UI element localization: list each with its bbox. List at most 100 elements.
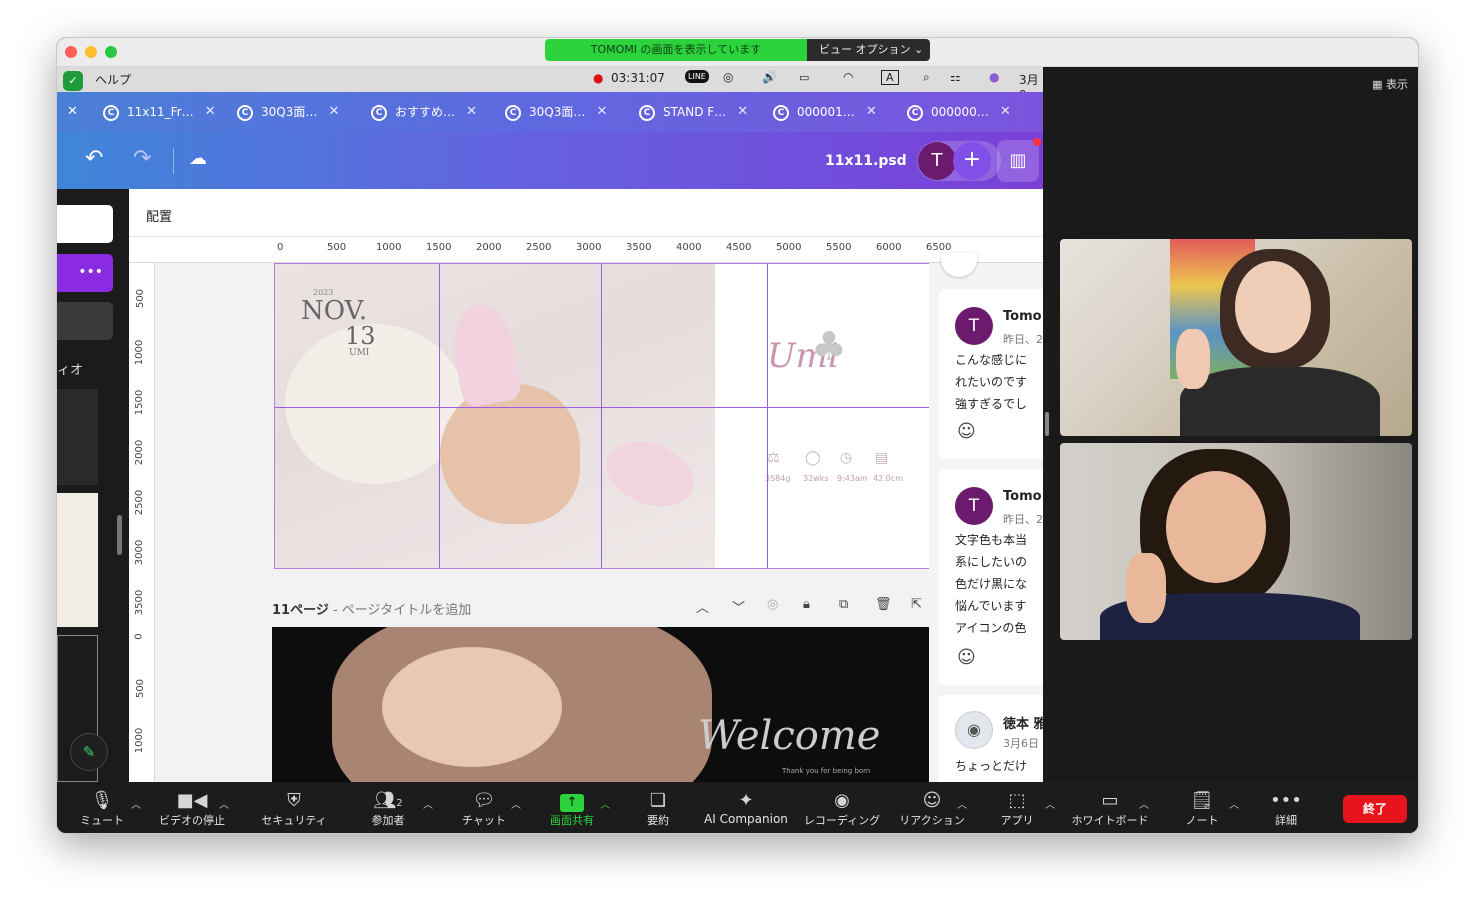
page-title-input[interactable]: - ページタイトルを追加: [329, 603, 471, 618]
user-avatar[interactable]: T: [918, 142, 956, 180]
side-panel-search[interactable]: [57, 205, 113, 243]
duplicate-icon[interactable]: ⧉: [839, 597, 848, 612]
battery-icon[interactable]: ▭: [799, 71, 809, 84]
page-header: 11ページ - ページタイトルを追加: [272, 599, 471, 618]
comment-time: 昨日、2: [1003, 333, 1043, 346]
volume-icon[interactable]: 🔊: [762, 70, 777, 84]
ruler-tick-label: 1000: [134, 727, 146, 754]
caret-up-icon[interactable]: ︿: [219, 796, 229, 811]
body-shape: [1180, 367, 1380, 436]
more-options-icon[interactable]: •••: [57, 254, 113, 292]
ruler-corner: [129, 237, 272, 263]
browser-tab[interactable]: C 000001… ✕: [773, 100, 877, 124]
caret-up-icon[interactable]: ︿: [131, 796, 141, 811]
emoji-reaction-icon[interactable]: ☺: [957, 421, 976, 442]
spotlight-search-icon[interactable]: ⌕: [923, 70, 930, 85]
view-options-button[interactable]: ビュー オプション ⌄: [807, 39, 930, 61]
chevron-down-icon[interactable]: ﹀: [732, 597, 745, 616]
stat-weight: 3584g: [765, 474, 791, 483]
caret-up-icon[interactable]: ︿: [511, 796, 521, 811]
ruler-tick-label: 6500: [926, 242, 952, 253]
participants-button[interactable]: 👥︎2 参加者: [343, 790, 433, 828]
close-tab-icon[interactable]: ✕: [1000, 100, 1011, 124]
commenter-name: 徳本 雅: [1003, 717, 1043, 732]
design-welcome-sub: Thank you for being born: [782, 767, 871, 775]
caret-up-icon[interactable]: ︿: [1045, 796, 1055, 811]
chevron-up-icon[interactable]: ︿: [696, 597, 709, 616]
input-source-indicator[interactable]: A: [881, 70, 899, 85]
commenter-name: Tomo: [1003, 309, 1042, 324]
comment-card[interactable]: T Tomo 昨日、2 こんな感じに れたいのです 強すぎるでし ☺: [939, 289, 1043, 459]
canva-icon: C: [639, 104, 655, 121]
close-tab-icon[interactable]: ✕: [737, 100, 748, 124]
summary-icon: ❏: [649, 790, 667, 811]
security-button[interactable]: ⛨ セキュリティ: [249, 790, 339, 828]
lock-icon[interactable]: 🔒︎: [803, 597, 810, 612]
comment-time: 昨日、2: [1003, 513, 1043, 526]
ruler-tick-label: 0: [277, 242, 284, 253]
summary-button[interactable]: ❏ 要約: [613, 790, 703, 828]
comment-card[interactable]: ◉ 徳本 雅 3月6日 ちょっとだけ: [939, 695, 1043, 782]
splitter-handle[interactable]: [1045, 412, 1049, 436]
ruler-tick-label: 3000: [576, 242, 602, 253]
comment-card[interactable]: T Tomo 昨日、2 文字色も本当 系にしたいの 色だけ黒にな 悩んでいます …: [939, 469, 1043, 685]
control-center-icon[interactable]: ⚏: [950, 70, 961, 84]
comment-text: アイコンの色: [955, 621, 1027, 635]
design-page[interactable]: Welcome Thank you for being born: [272, 627, 932, 782]
comment-text: ちょっとだけ: [955, 759, 1028, 773]
close-tab-icon[interactable]: ✕: [866, 100, 877, 124]
browser-tab[interactable]: C 30Q3面… ✕: [505, 100, 607, 124]
caret-up-icon[interactable]: ︿: [600, 796, 610, 811]
scrollbar[interactable]: [117, 515, 122, 555]
browser-tab[interactable]: C 000000… ✕: [907, 100, 1011, 124]
cloud-saved-icon[interactable]: ☁: [189, 148, 207, 169]
hide-icon[interactable]: ◎: [767, 597, 778, 612]
minimize-window-button[interactable]: [85, 46, 97, 58]
browser-tab[interactable]: C 30Q3面… ✕: [237, 100, 339, 124]
more-button[interactable]: ••• 詳細: [1241, 790, 1331, 828]
thumbnail[interactable]: [57, 389, 98, 485]
add-page-icon[interactable]: ⇱: [911, 597, 922, 612]
browser-tab[interactable]: C STAND F… ✕: [639, 100, 748, 124]
commenter-avatar: T: [955, 487, 993, 525]
line-app-icon[interactable]: LINE: [685, 70, 709, 83]
zoom-window-button[interactable]: [105, 46, 117, 58]
close-tab-icon[interactable]: ✕: [205, 100, 216, 124]
ai-sparkle-icon: ✦: [738, 790, 754, 811]
close-tab-icon[interactable]: ✕: [67, 104, 78, 119]
caret-up-icon[interactable]: ︿: [423, 796, 433, 811]
participant-video[interactable]: [1060, 443, 1412, 640]
undo-icon[interactable]: ↶: [85, 146, 103, 171]
creative-cloud-icon[interactable]: ◎: [723, 70, 733, 84]
close-window-button[interactable]: [65, 46, 77, 58]
insights-chart-icon[interactable]: ▥: [997, 140, 1039, 182]
end-meeting-button[interactable]: 終了: [1343, 795, 1407, 823]
thumbnail[interactable]: [57, 493, 98, 627]
caret-up-icon[interactable]: ︿: [1229, 796, 1239, 811]
caret-up-icon[interactable]: ︿: [1139, 796, 1149, 811]
side-panel-item[interactable]: [57, 302, 113, 340]
browser-tab[interactable]: C おすすめ… ✕: [371, 100, 477, 124]
file-name[interactable]: 11x11.psd: [825, 153, 907, 169]
ai-companion-button[interactable]: ✦ AI Companion: [701, 790, 791, 826]
menu-help[interactable]: ヘルプ: [95, 71, 131, 88]
view-toggle[interactable]: ▦ 表示: [1372, 76, 1408, 92]
pencil-icon[interactable]: ✎: [70, 733, 108, 771]
recording-button[interactable]: ◉ レコーディング: [797, 790, 887, 828]
comment-bubble-icon[interactable]: [941, 253, 977, 277]
trash-icon[interactable]: 🗑︎: [875, 597, 892, 612]
siri-icon[interactable]: ●: [989, 70, 999, 84]
design-page[interactable]: 2023 NOV. 13 UMI Umi ♣ 3584g 32wks 9:43a…: [274, 263, 930, 569]
redo-icon[interactable]: ↷: [133, 146, 151, 171]
participant-video[interactable]: [1060, 239, 1412, 436]
wifi-icon[interactable]: ◠: [843, 70, 853, 84]
add-collaborator-icon[interactable]: +: [953, 142, 991, 180]
caret-up-icon[interactable]: ︿: [957, 796, 967, 811]
close-tab-icon[interactable]: ✕: [596, 100, 607, 124]
close-tab-icon[interactable]: ✕: [466, 100, 477, 124]
shared-screen: ✓ ヘルプ ● 03:31:07 LINE ◎ 🔊 ▭ ◠ A ⌕ ⚏ ● 3月…: [57, 67, 1043, 782]
close-tab-icon[interactable]: ✕: [328, 100, 339, 124]
emoji-reaction-icon[interactable]: ☺: [957, 647, 976, 668]
browser-tab-bar: ✕ C 11x11_Fr… ✕ C 30Q3面… ✕ C おすすめ… ✕ C 30Q3面… ✕ …: [57, 92, 1043, 132]
browser-tab[interactable]: C 11x11_Fr… ✕: [103, 100, 216, 124]
